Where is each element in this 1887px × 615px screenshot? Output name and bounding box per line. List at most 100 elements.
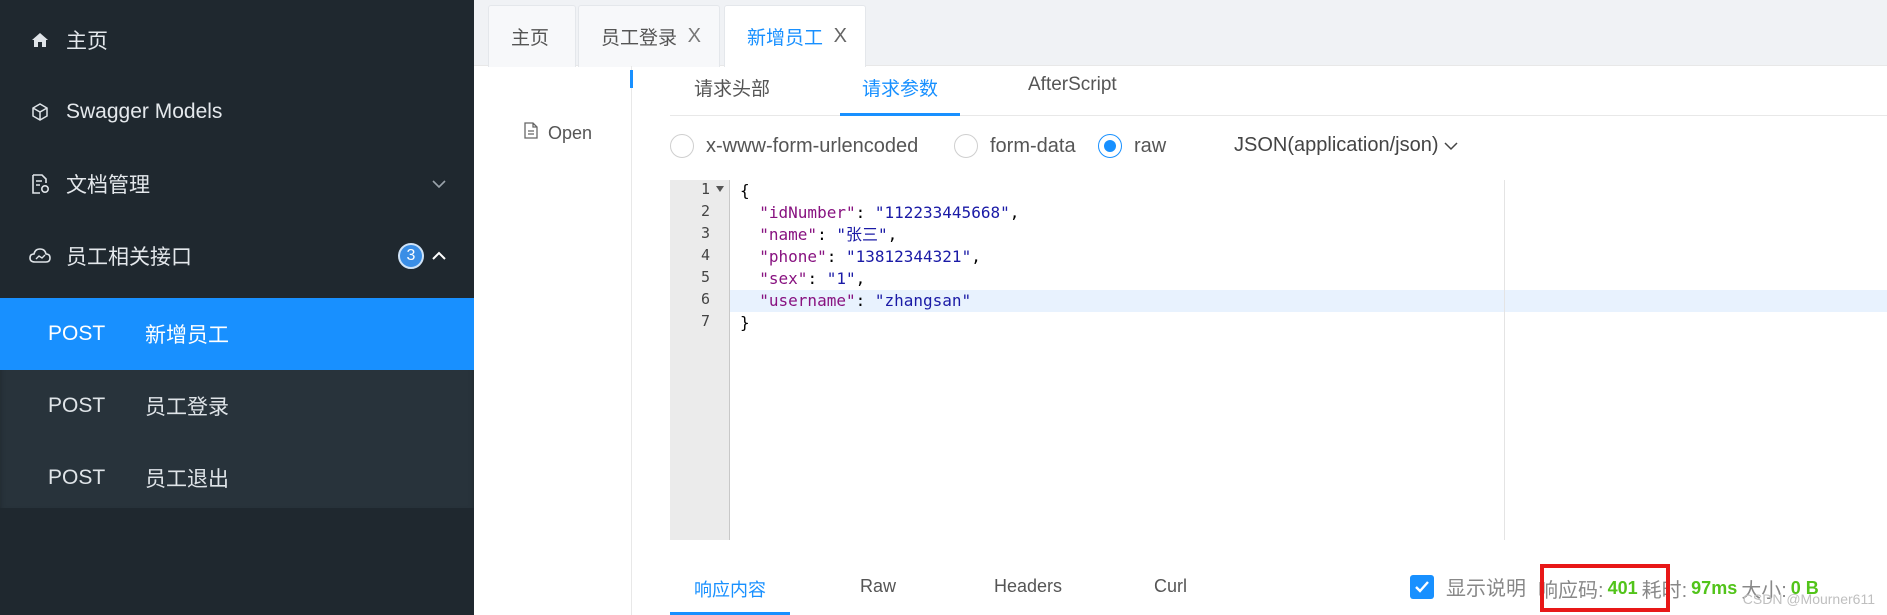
- tab-response-content[interactable]: 响应内容: [694, 576, 766, 602]
- body-type-selector: x-www-form-urlencoded form-data raw JSON…: [670, 128, 1570, 164]
- checkbox-checked-icon[interactable]: [1410, 574, 1434, 599]
- tab-request-params[interactable]: 请求参数: [862, 74, 938, 101]
- sidebar-item-home[interactable]: 主页: [0, 4, 474, 76]
- tab-raw[interactable]: Raw: [860, 576, 896, 597]
- radio-circle: [1098, 134, 1122, 158]
- line-number: 7: [700, 312, 710, 330]
- time-value: 97ms: [1691, 577, 1738, 598]
- document-settings-icon: [28, 172, 52, 196]
- close-icon[interactable]: X: [834, 25, 847, 48]
- code-line: "phone": "13812344321",: [759, 247, 981, 266]
- radio-form-data[interactable]: form-data: [954, 134, 1076, 158]
- json-key: "sex": [759, 269, 808, 288]
- sidebar-item-doc-management[interactable]: 文档管理: [0, 148, 474, 220]
- document-icon: [524, 122, 538, 144]
- http-method: POST: [48, 322, 106, 345]
- close-icon[interactable]: X: [688, 25, 701, 48]
- radio-label: raw: [1134, 134, 1167, 157]
- code-token: }: [740, 313, 750, 332]
- radio-circle: [670, 134, 694, 158]
- line-number: 5: [700, 268, 710, 286]
- json-value: "1": [826, 269, 856, 288]
- home-icon: [28, 28, 52, 52]
- line-number: 2: [700, 202, 710, 220]
- line-gutter: 1 2 3 4 5 6 7: [670, 180, 730, 540]
- sidebar-item-label: 主页: [66, 30, 108, 53]
- tab-afterscript[interactable]: AfterScript: [1028, 74, 1117, 96]
- radio-label: x-www-form-urlencoded: [706, 134, 919, 157]
- endpoint-item-employee-login[interactable]: POST 员工登录: [0, 370, 474, 442]
- tab-home[interactable]: 主页: [488, 5, 576, 67]
- active-tab-underline: [840, 113, 960, 116]
- json-value: "13812344321": [845, 247, 972, 266]
- endpoint-item-add-employee[interactable]: POST 新增员工: [0, 298, 474, 370]
- endpoint-name: 员工退出: [145, 468, 229, 491]
- json-value: "张三": [836, 225, 888, 244]
- response-bar: 响应内容 Raw Headers Curl 显示说明 响应码: 401 耗时: …: [670, 560, 1887, 615]
- open-label: Open: [548, 122, 593, 143]
- open-button[interactable]: Open: [524, 122, 592, 144]
- tab-add-employee[interactable]: 新增员工 X: [724, 5, 866, 67]
- tab-bar: 主页 员工登录 X 新增员工 X: [474, 0, 1887, 67]
- radio-x-www-form-urlencoded[interactable]: x-www-form-urlencoded: [670, 134, 918, 158]
- line-number: 6: [700, 290, 710, 308]
- json-value: "zhangsan": [874, 291, 972, 310]
- line-number: 3: [700, 224, 710, 242]
- json-key: "name": [759, 225, 818, 244]
- code-token: {: [740, 181, 750, 200]
- side-toolbar: Open: [474, 66, 633, 615]
- radio-circle: [954, 134, 978, 158]
- code-line: {: [740, 180, 750, 202]
- sidebar: 主页 Swagger Models 文档管理 员工相关接口 3 POST 新增员…: [0, 0, 474, 615]
- json-key: "idNumber": [759, 203, 856, 222]
- annotation-highlight-box: [1540, 564, 1670, 612]
- tab-label: 员工登录: [601, 28, 678, 49]
- code-line: "name": "张三",: [759, 225, 898, 244]
- tab-headers[interactable]: Headers: [994, 576, 1062, 597]
- sidebar-item-label: Swagger Models: [66, 100, 223, 123]
- show-description-label: 显示说明: [1446, 578, 1526, 600]
- code-line: }: [740, 312, 750, 334]
- app-window: 主页 Swagger Models 文档管理 员工相关接口 3 POST 新增员…: [0, 0, 1887, 615]
- chevron-down-icon: [430, 175, 448, 193]
- json-key: "phone": [759, 247, 827, 266]
- sidebar-item-employee-api[interactable]: 员工相关接口 3: [0, 220, 474, 292]
- http-method: POST: [48, 394, 106, 417]
- code-line: "idNumber": "112233445668",: [759, 203, 1020, 222]
- sidebar-item-swagger-models[interactable]: Swagger Models: [0, 76, 474, 148]
- tab-label: 主页: [511, 28, 550, 49]
- sidebar-item-label: 员工相关接口: [66, 246, 192, 269]
- chevron-up-icon: [430, 247, 448, 265]
- code-line: "username": "zhangsan": [759, 291, 972, 310]
- endpoint-item-employee-logout[interactable]: POST 员工退出: [0, 442, 474, 514]
- endpoint-name: 员工登录: [145, 396, 229, 419]
- json-editor[interactable]: 1 2 3 4 5 6 7 { "idNumber": "11223344566…: [670, 180, 1887, 540]
- tab-curl[interactable]: Curl: [1154, 576, 1187, 597]
- tab-label: 新增员工: [747, 28, 824, 49]
- count-badge: 3: [398, 243, 424, 269]
- code-line: "sex": "1",: [759, 269, 866, 288]
- content-type-value: JSON(application/json): [1234, 134, 1439, 156]
- cloud-icon: [28, 244, 52, 268]
- content-type-select[interactable]: JSON(application/json): [1234, 134, 1458, 157]
- json-key: "username": [759, 291, 856, 310]
- radio-label: form-data: [990, 134, 1076, 157]
- json-value: "112233445668": [874, 203, 1010, 222]
- endpoint-list: POST 新增员工 POST 员工登录 POST 员工退出: [0, 298, 474, 508]
- line-number: 1: [700, 180, 710, 198]
- sidebar-item-label: 文档管理: [66, 174, 150, 197]
- chevron-down-icon: [1444, 134, 1458, 156]
- main-panel: 主页 员工登录 X 新增员工 X Open 请求头部 请求参数 AfterScr…: [474, 0, 1887, 615]
- http-method: POST: [48, 466, 106, 489]
- radio-raw[interactable]: raw: [1098, 134, 1166, 158]
- show-description-toggle[interactable]: 显示说明: [1410, 572, 1526, 601]
- fold-arrow-icon[interactable]: [716, 186, 724, 192]
- print-margin: [1504, 180, 1505, 540]
- tab-employee-login[interactable]: 员工登录 X: [578, 5, 720, 67]
- watermark: CSDN @Mourner611: [1742, 591, 1875, 607]
- tab-request-headers[interactable]: 请求头部: [694, 74, 770, 101]
- endpoint-name: 新增员工: [145, 324, 229, 347]
- active-indicator: [630, 70, 633, 88]
- request-subtabs: 请求头部 请求参数 AfterScript: [670, 66, 1887, 116]
- line-number: 4: [700, 246, 710, 264]
